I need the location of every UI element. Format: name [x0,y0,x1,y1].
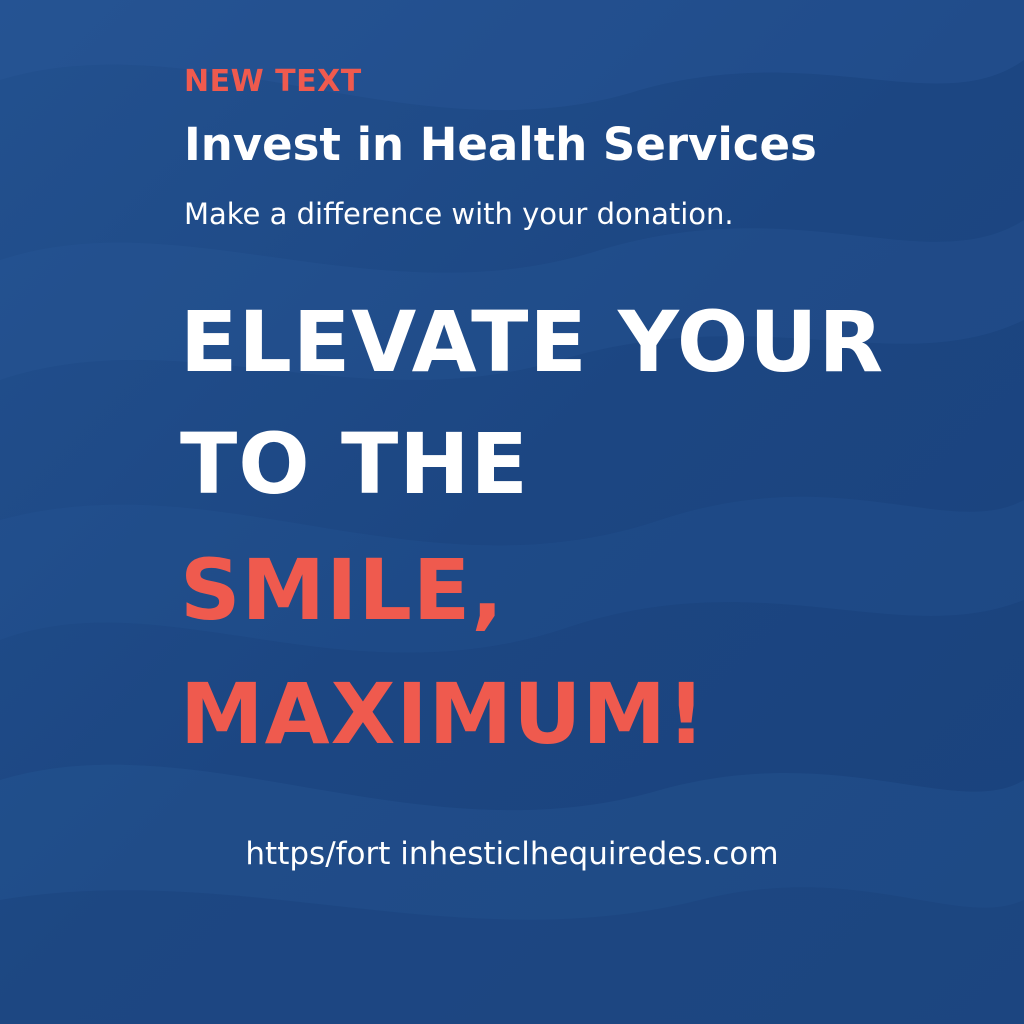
website-link[interactable]: https/fort inhesticlhequiredes.com [184,836,840,872]
headline-line-3: SMILE, [180,541,505,639]
poster-content: NEW TEXT Invest in Health Services Make … [180,0,1004,1024]
headline-line-4: MAXIMUM! [180,665,707,763]
poster-title: Invest in Health Services [184,118,817,171]
poster-subtitle: Make a difference with your donation. [184,197,734,231]
headline-line-2: TO THE [180,415,529,513]
headline-line-1: ELEVATE YOUR [180,293,885,391]
eyebrow-label: NEW TEXT [184,64,362,99]
